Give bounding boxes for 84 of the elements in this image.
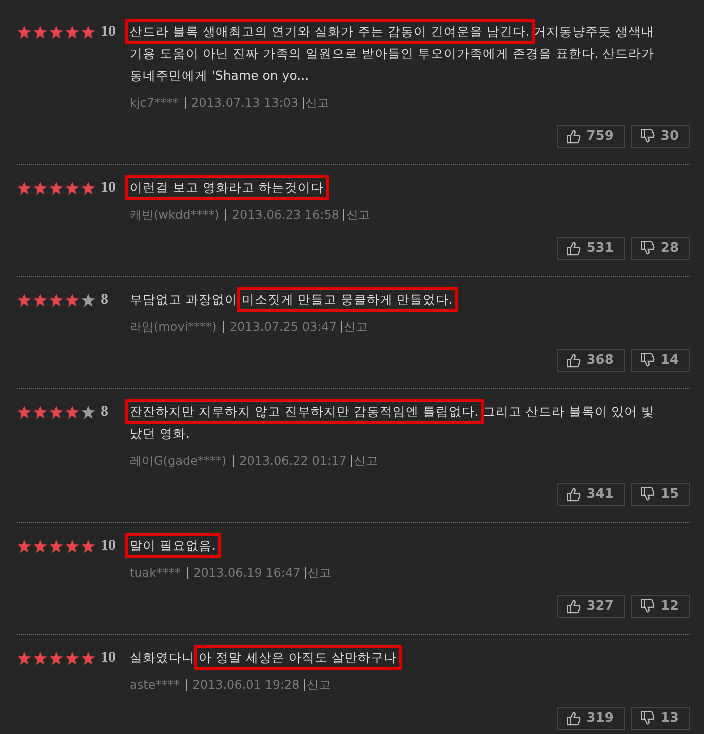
author-name: tuak**** [130, 565, 181, 581]
like-button[interactable]: 759 [556, 125, 625, 148]
star-icon [33, 292, 48, 308]
rating-score: 10 [101, 24, 116, 40]
thumbs-down-icon [640, 711, 655, 726]
report-link[interactable]: 신고 [302, 97, 330, 109]
like-button[interactable]: 341 [556, 483, 625, 506]
report-link[interactable]: 신고 [304, 679, 331, 691]
like-button[interactable]: 368 [556, 349, 625, 372]
author-name: aste**** [130, 677, 180, 693]
star-icon [17, 24, 32, 40]
review-text: 부담없고 과장없이 미소짓게 만들고 뭉클하게 만들었다. [124, 285, 666, 315]
review-text: 이런걸 보고 영화라고 하는것이다 [124, 173, 666, 203]
star-icon [49, 24, 64, 40]
thumbs-up-icon [566, 711, 581, 726]
star-icon [65, 538, 80, 554]
author-name: 라임(movi****) [130, 319, 217, 335]
thumbs-up-icon [566, 129, 581, 144]
rating-score: 8 [101, 404, 108, 420]
star-icon [65, 404, 80, 420]
review-date: 2013.06.01 19:28 [186, 679, 300, 691]
author-name: 캐빈(wkdd****) [130, 207, 220, 223]
review-text: 산드라 블록 생애최고의 연기와 실화가 주는 감동이 긴여운을 남긴다. 거지동냥주듯 생색내기용 도움이 아닌 진짜 가족의 일원으로 받아들인 투오이가족에게 존경을 표한다. 산드라가 동네주민에게 'Shame on yo... [124, 17, 666, 91]
report-link[interactable]: 신고 [343, 209, 370, 221]
star-icon [33, 24, 48, 40]
thumbs-up-icon [566, 487, 581, 502]
thumbs-down-icon [640, 353, 655, 368]
star-icon [81, 292, 96, 308]
dislike-button[interactable]: 30 [630, 125, 690, 148]
star-icon [65, 180, 80, 196]
like-button[interactable]: 327 [556, 595, 625, 618]
star-icon [49, 180, 64, 196]
star-icon [49, 650, 64, 666]
star-icon [17, 180, 32, 196]
star-icon [17, 292, 32, 308]
rating-score: 10 [101, 650, 116, 666]
review-text: 실화였다니 아 정말 세상은 아직도 살만하구나 [124, 643, 666, 673]
rating-score: 10 [101, 180, 116, 196]
star-icon [49, 538, 64, 554]
thumbs-down-icon [640, 487, 655, 502]
star-icon [81, 180, 96, 196]
like-button[interactable]: 531 [556, 237, 625, 260]
star-icon [33, 538, 48, 554]
star-icon [17, 650, 32, 666]
star-icon [33, 180, 48, 196]
star-icon [33, 404, 48, 420]
report-link[interactable]: 신고 [350, 455, 378, 467]
thumbs-up-icon [566, 353, 581, 368]
dislike-button[interactable]: 14 [630, 349, 690, 372]
review-date: 2013.06.19 16:47 [186, 567, 301, 579]
star-icon [81, 650, 96, 666]
star-icon [49, 404, 64, 420]
review-date: 2013.07.25 03:47 [222, 321, 337, 333]
report-link[interactable]: 신고 [304, 567, 332, 579]
star-icon [49, 292, 64, 308]
dislike-button[interactable]: 28 [630, 237, 690, 260]
report-link[interactable]: 신고 [340, 321, 368, 333]
star-icon [81, 538, 96, 554]
star-icon [81, 24, 96, 40]
dislike-button[interactable]: 13 [630, 707, 690, 730]
rating-score: 10 [101, 538, 116, 554]
rating-score: 8 [101, 292, 108, 308]
thumbs-down-icon [640, 599, 655, 614]
star-icon [17, 538, 32, 554]
thumbs-up-icon [566, 241, 581, 256]
star-icon [17, 404, 32, 420]
star-icon [65, 24, 80, 40]
review-date: 2013.06.23 16:58 [225, 209, 340, 221]
like-button[interactable]: 319 [556, 707, 625, 730]
star-icon [65, 650, 80, 666]
thumbs-up-icon [566, 599, 581, 614]
author-name: 레이G(gade****) [130, 453, 227, 469]
star-icon [65, 292, 80, 308]
review-date: 2013.07.13 13:03 [184, 97, 299, 109]
star-icon [81, 404, 96, 420]
star-icon [33, 650, 48, 666]
dislike-button[interactable]: 15 [630, 483, 690, 506]
review-text: 말이 필요없음. [124, 531, 666, 561]
dislike-button[interactable]: 12 [630, 595, 690, 618]
review-text: 잔잔하지만 지루하지 않고 진부하지만 감동적임엔 틀림없다. 그리고 산드라 블록이 있어 빛났던 영화. [124, 397, 666, 449]
thumbs-down-icon [640, 129, 655, 144]
thumbs-down-icon [640, 241, 655, 256]
author-name: kjc7**** [130, 95, 179, 111]
review-date: 2013.06.22 01:17 [232, 455, 347, 467]
